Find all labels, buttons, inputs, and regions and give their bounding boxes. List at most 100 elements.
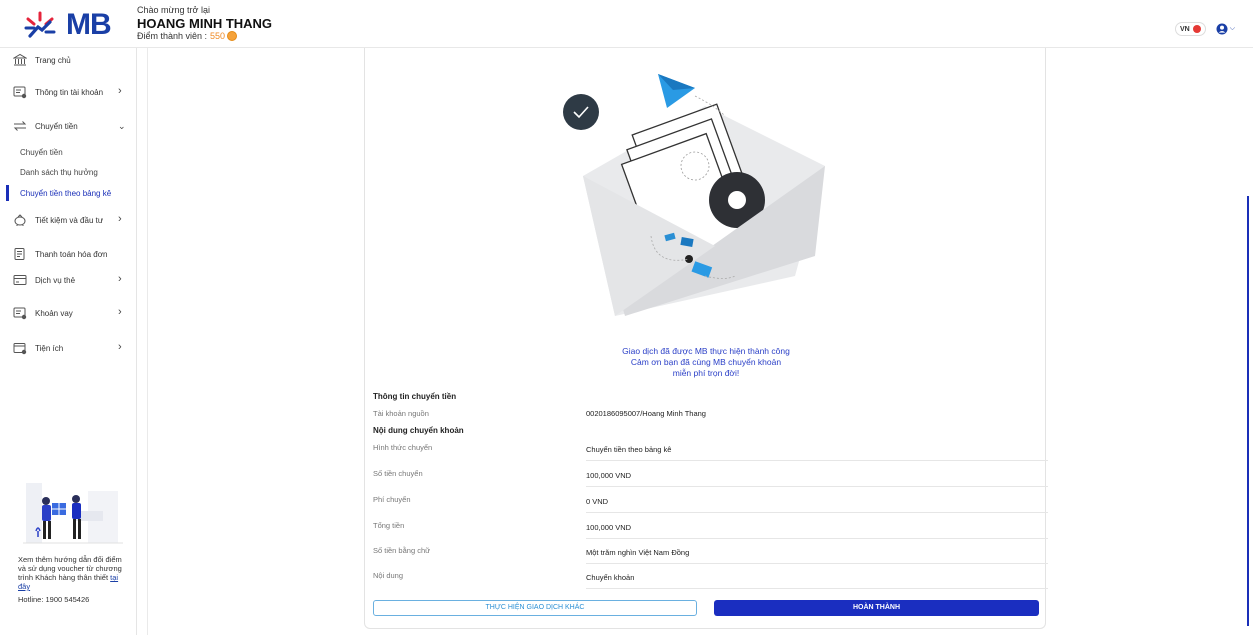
promo-text: Xem thêm hướng dẫn đổi điểm và sử dụng v… — [18, 555, 128, 591]
sidebar-subitem-label: Chuyển tiền theo bảng kê — [20, 189, 112, 198]
row-divider — [586, 563, 1048, 564]
detail-label: Phí chuyển — [373, 495, 411, 504]
flag-icon — [1192, 25, 1201, 33]
chevron-right-icon: › — [118, 306, 122, 318]
sidebar-item-card-services[interactable]: Dịch vụ thẻ › — [0, 270, 137, 290]
detail-label: Số tiền chuyển — [373, 469, 423, 478]
sidebar-item-savings[interactable]: Tiết kiệm và đầu tư › — [0, 210, 137, 230]
scrollbar[interactable] — [1247, 196, 1249, 626]
source-account-value: 0020186095007/Hoang Minh Thang — [586, 409, 706, 418]
source-account-row: Tài khoản nguồn 0020186095007/Hoang Minh… — [373, 409, 1039, 435]
sidebar-item-label: Thông tin tài khoản — [35, 88, 104, 97]
user-name: HOANG MINH THANG — [137, 16, 273, 31]
welcome-text: Chào mừng trở lại — [137, 5, 210, 15]
chevron-right-icon: › — [118, 341, 122, 353]
sidebar-item-utilities[interactable]: Tiện ích › — [0, 338, 137, 358]
row-divider — [586, 588, 1048, 589]
account-card-icon — [13, 86, 27, 99]
piggy-bank-icon — [14, 214, 26, 226]
mb-logo[interactable]: MB — [18, 8, 112, 42]
chevron-down-icon: ⌵ — [1229, 25, 1235, 32]
hotline-text: Hotline: 1900 545426 — [18, 595, 90, 604]
chevron-down-icon: ⌄ — [118, 121, 126, 131]
chevron-right-icon: › — [118, 273, 122, 285]
sidebar-subitem-label: Chuyển tiền — [20, 148, 63, 157]
loyalty-promo: Xem thêm hướng dẫn đổi điểm và sử dụng v… — [18, 473, 128, 604]
user-menu-button[interactable]: ⌵ — [1216, 23, 1235, 35]
sidebar-item-transfer[interactable]: Chuyển tiền ⌄ — [0, 116, 137, 136]
detail-row-fee: Phí chuyển 0 VND — [373, 495, 1048, 521]
sidebar-item-label: Khoản vay — [35, 309, 73, 318]
user-icon — [1216, 23, 1228, 35]
sidebar-subitem-batch-transfer[interactable]: Chuyển tiền theo bảng kê — [0, 185, 137, 201]
sidebar-item-label: Tiện ích — [35, 344, 64, 353]
bank-icon — [13, 53, 27, 66]
envelope-success-illustration — [563, 74, 825, 316]
greeting-block: Chào mừng trở lại HOANG MINH THANG Điểm … — [137, 5, 272, 41]
sidebar-item-label: Dịch vụ thẻ — [35, 276, 76, 285]
detail-value: 0 VND — [586, 497, 609, 506]
header-actions: VN ⌵ — [1174, 22, 1235, 36]
brand-name: MB — [66, 8, 112, 41]
complete-button[interactable]: HOÀN THÀNH — [714, 600, 1039, 616]
detail-value: Chuyển tiền theo bảng kê — [586, 445, 672, 454]
top-header: MB Chào mừng trở lại HOANG MINH THANG Đi… — [0, 0, 1253, 48]
detail-label: Số tiền bằng chữ — [373, 546, 431, 555]
promo-description: Xem thêm hướng dẫn đổi điểm và sử dụng v… — [18, 555, 122, 582]
points-label: Điểm thành viên : — [137, 31, 208, 41]
transfer-content-heading: Nội dung chuyển khoản — [373, 426, 464, 435]
chevron-right-icon: › — [118, 213, 122, 225]
success-line-2: Cảm ơn bạn đã cùng MB chuyển khoản — [630, 357, 782, 367]
sidebar-item-home[interactable]: Trang chủ — [0, 50, 137, 70]
detail-row-amount: Số tiền chuyển 100,000 VND — [373, 469, 1048, 495]
app-root: MB Chào mừng trở lại HOANG MINH THANG Đi… — [0, 0, 1253, 635]
sidebar: Trang chủ Thông tin tài khoản › Chuyển t… — [0, 48, 137, 635]
detail-label: Tổng tiền — [373, 521, 405, 530]
detail-label: Hình thức chuyển — [373, 443, 433, 452]
row-divider — [586, 538, 1048, 539]
sidebar-subitem-label: Danh sách thụ hưởng — [20, 168, 98, 177]
active-indicator — [6, 185, 9, 201]
sidebar-item-account-info[interactable]: Thông tin tài khoản › — [0, 82, 137, 102]
points-value: 550 — [210, 31, 226, 41]
detail-row-amount-words: Số tiền bằng chữ Một trăm nghìn Việt Nam… — [373, 546, 1048, 572]
detail-value: Chuyển khoản — [586, 573, 635, 582]
detail-row-total: Tổng tiền 100,000 VND — [373, 521, 1048, 547]
sidebar-item-label: Thanh toán hóa đơn — [35, 250, 108, 259]
transfer-icon — [13, 121, 27, 131]
row-divider — [586, 460, 1048, 461]
sidebar-item-label: Tiết kiệm và đầu tư — [35, 216, 104, 225]
success-line-1: Giao dịch đã được MB thực hiện thành côn… — [622, 346, 790, 356]
source-account-label: Tài khoản nguồn — [373, 409, 429, 418]
loyalty-illustration — [23, 483, 123, 544]
sidebar-subitem-transfer[interactable]: Chuyển tiền — [0, 144, 137, 160]
language-code: VN — [1179, 25, 1190, 33]
transaction-result-card: Giao dịch đã được MB thực hiện thành côn… — [364, 48, 1048, 629]
utility-icon — [13, 343, 27, 355]
mb-star-icon — [24, 11, 56, 38]
sidebar-item-label: Chuyển tiền — [35, 122, 78, 131]
sidebar-item-bill-payment[interactable]: Thanh toán hóa đơn — [0, 244, 137, 264]
success-line-3: miễn phí trọn đời! — [672, 368, 740, 378]
coin-icon — [227, 31, 238, 41]
card-icon — [13, 275, 27, 285]
bill-icon — [14, 248, 25, 260]
loan-icon — [13, 307, 27, 320]
content-divider — [147, 48, 148, 635]
row-divider — [586, 486, 1048, 487]
new-transaction-button[interactable]: THỰC HIỆN GIAO DỊCH KHÁC — [373, 600, 697, 616]
language-switch[interactable]: VN — [1174, 22, 1206, 36]
chevron-right-icon: › — [118, 85, 122, 97]
detail-value: 100,000 VND — [586, 523, 632, 532]
member-points: Điểm thành viên : 550 — [137, 31, 272, 41]
detail-value: 100,000 VND — [586, 471, 632, 480]
success-message: Giao dịch đã được MB thực hiện thành côn… — [365, 346, 1047, 379]
detail-row-method: Hình thức chuyển Chuyển tiền theo bảng k… — [373, 443, 1048, 469]
transfer-info-heading: Thông tin chuyển tiền — [373, 392, 457, 401]
detail-label: Nội dung — [373, 571, 404, 580]
sidebar-subitem-beneficiaries[interactable]: Danh sách thụ hưởng — [0, 164, 137, 180]
detail-value: Một trăm nghìn Việt Nam Đồng — [586, 548, 690, 557]
detail-row-content: Nội dung Chuyển khoản — [373, 571, 1048, 597]
sidebar-item-loans[interactable]: Khoản vay › — [0, 303, 137, 323]
row-divider — [586, 512, 1048, 513]
